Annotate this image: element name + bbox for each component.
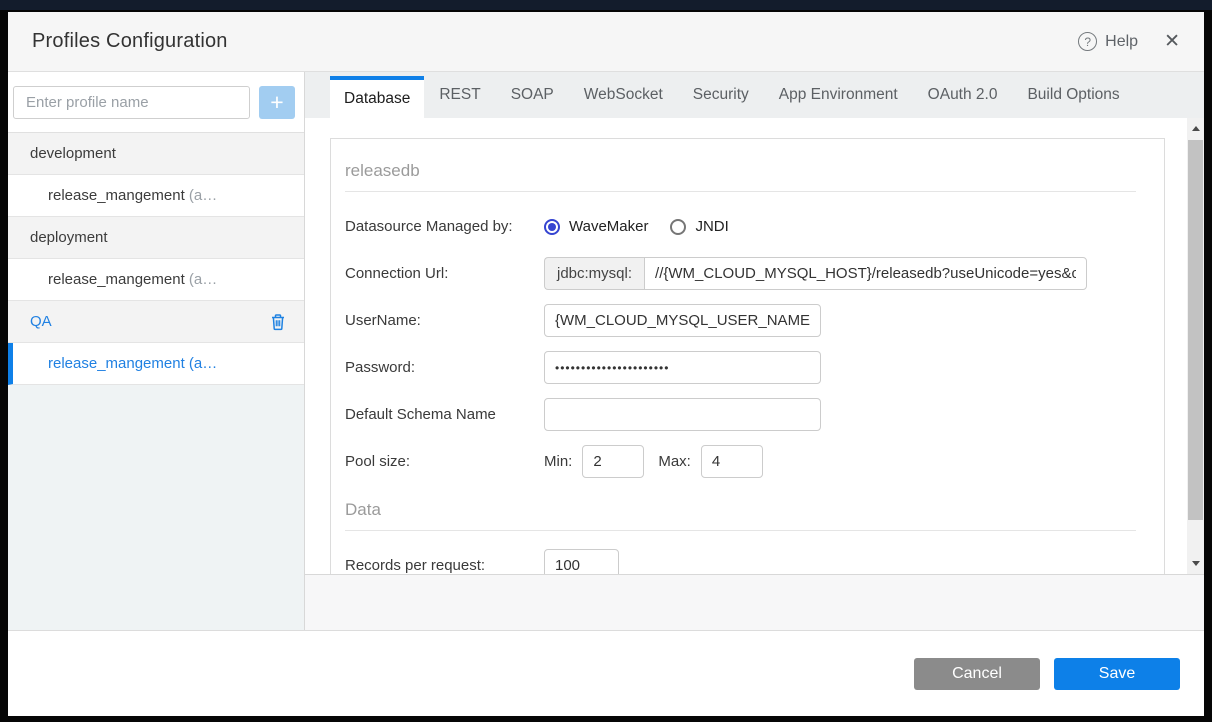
section-title-data: Data [345, 492, 1136, 531]
database-form-panel: releasedb Datasource Managed by: WaveMak… [330, 138, 1165, 574]
help-button[interactable]: ? Help [1078, 32, 1138, 51]
sidebar-group-qa[interactable]: QA [8, 301, 304, 343]
radio-jndi[interactable]: JNDI [670, 218, 729, 235]
datasource-label: Datasource Managed by: [345, 218, 513, 235]
datasource-radio-group: WaveMaker JNDI [544, 218, 729, 235]
help-label: Help [1105, 32, 1139, 50]
pool-size-row: Pool size: Min: Max: [345, 445, 1136, 478]
radio-wavemaker-icon [544, 218, 560, 235]
tab-content-viewport: releasedb Datasource Managed by: WaveMak… [305, 118, 1204, 575]
connection-url-row: Connection Url: jdbc:mysql: [345, 257, 1136, 290]
username-input[interactable] [544, 304, 821, 337]
scroll-down-icon[interactable] [1187, 555, 1204, 572]
scroll-up-icon[interactable] [1187, 120, 1204, 137]
sidebar-group-deployment[interactable]: deployment [8, 217, 304, 259]
records-label: Records per request: [345, 557, 486, 574]
sidebar-empty-space [8, 385, 304, 630]
tab-pane-lower-strip [305, 575, 1204, 630]
tab-app-environment[interactable]: App Environment [764, 72, 913, 118]
tab-database[interactable]: Database [330, 76, 425, 118]
window-top-strip [0, 0, 1212, 10]
dialog-title: Profiles Configuration [32, 30, 228, 52]
help-icon: ? [1078, 32, 1098, 51]
cancel-button[interactable]: Cancel [914, 657, 1040, 690]
close-icon[interactable]: ✕ [1164, 32, 1180, 51]
tab-security[interactable]: Security [678, 72, 764, 118]
profile-name-row: + [8, 72, 304, 133]
schema-label: Default Schema Name [345, 406, 496, 423]
pool-size-label: Pool size: [345, 453, 411, 470]
radio-wavemaker[interactable]: WaveMaker [544, 218, 648, 235]
records-row: Records per request: [345, 549, 1136, 574]
pool-min-input[interactable] [582, 445, 645, 478]
dialog-header: Profiles Configuration ? Help ✕ [8, 12, 1204, 72]
password-input[interactable] [544, 351, 821, 384]
profile-name-input[interactable] [13, 85, 250, 119]
pool-max-input[interactable] [700, 445, 763, 478]
connection-url-input[interactable] [644, 257, 1088, 290]
schema-input[interactable] [544, 398, 821, 431]
connection-url-label: Connection Url: [345, 265, 449, 282]
password-label: Password: [345, 359, 416, 376]
records-input[interactable] [544, 549, 619, 574]
radio-jndi-icon [670, 218, 687, 235]
profiles-configuration-dialog: Profiles Configuration ? Help ✕ + develo… [8, 12, 1204, 716]
tab-websocket[interactable]: WebSocket [569, 72, 678, 118]
scrollbar-thumb[interactable] [1188, 140, 1203, 520]
sidebar-item-release-mangement-qa[interactable]: release_mangement (a… [8, 343, 304, 385]
sidebar-item-release-mangement-dev[interactable]: release_mangement (a… [8, 175, 304, 217]
tab-rest[interactable]: REST [424, 72, 495, 118]
profile-tabs: Database REST SOAP WebSocket Security Ap… [305, 72, 1204, 118]
tab-soap[interactable]: SOAP [496, 72, 569, 118]
vertical-scrollbar[interactable] [1187, 118, 1204, 574]
section-title-releasedb: releasedb [345, 153, 1136, 192]
dialog-footer: Cancel Save [8, 630, 1204, 716]
datasource-row: Datasource Managed by: WaveMaker JNDI [345, 210, 1136, 243]
save-button[interactable]: Save [1054, 657, 1180, 690]
jdbc-prefix-addon: jdbc:mysql: [544, 257, 645, 290]
tab-build-options[interactable]: Build Options [1012, 72, 1134, 118]
username-row: UserName: [345, 304, 1136, 337]
profiles-sidebar: + development release_mangement (a… depl… [8, 72, 305, 630]
delete-profile-icon[interactable] [270, 313, 286, 331]
pool-min-label: Min: [544, 453, 573, 470]
sidebar-item-release-mangement-deploy[interactable]: release_mangement (a… [8, 259, 304, 301]
add-profile-button[interactable]: + [259, 85, 295, 119]
username-label: UserName: [345, 312, 421, 329]
main-panel: Database REST SOAP WebSocket Security Ap… [305, 72, 1204, 630]
password-row: Password: [345, 351, 1136, 384]
schema-row: Default Schema Name [345, 398, 1136, 431]
sidebar-group-development[interactable]: development [8, 133, 304, 175]
pool-max-label: Max: [658, 453, 691, 470]
dialog-body: + development release_mangement (a… depl… [8, 72, 1204, 630]
tab-oauth[interactable]: OAuth 2.0 [913, 72, 1013, 118]
